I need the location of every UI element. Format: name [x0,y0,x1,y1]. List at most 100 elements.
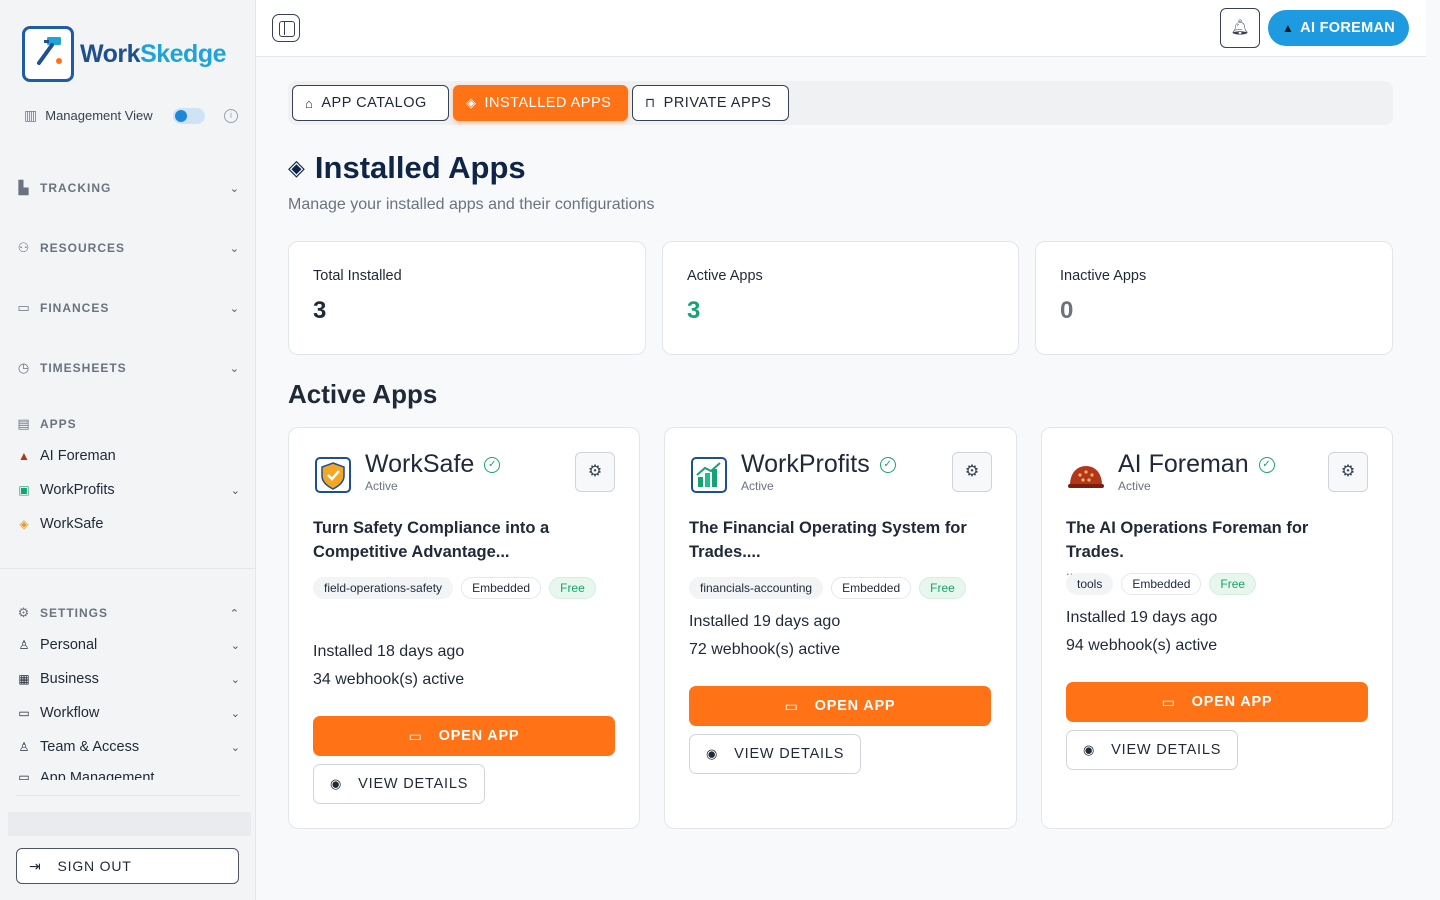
bell-icon[interactable]: 🔔︎ [1220,8,1260,48]
building-icon: ▥ [24,107,38,123]
nav-section-finances[interactable]: ▭ FINANCES ⌄ [16,298,240,318]
nav-section-label: SETTINGS [40,606,109,620]
management-view-toggle[interactable] [172,107,205,124]
settings-gear-button[interactable]: ⚙ [1328,452,1368,492]
nav-section-resources[interactable]: ⚇ RESOURCES ⌄ [16,238,240,258]
workprofits-chart-icon [691,457,727,493]
open-app-button[interactable]: ▭ OPEN APP [689,686,991,726]
tag-category: financials-accounting [689,577,824,599]
sidebar-toggle-icon[interactable] [272,14,300,42]
section-title: Active Apps [288,379,438,409]
sidebar-item-label: App Management [40,770,155,780]
tab-private-apps[interactable]: ⊓ PRIVATE APPS [632,85,789,121]
gear-icon: ⚙ [17,605,31,620]
page-title: ◈ Installed Apps [288,150,526,186]
logo-hammer-icon [22,26,74,82]
stat-label: Total Installed [313,268,402,284]
sidebar-item-workflow[interactable]: ▭ Workflow ⌄ [16,702,240,724]
tag-embedded: Embedded [831,577,912,599]
hardhat-icon: ▲ [18,449,30,463]
briefcase-icon: ▭ [18,706,30,720]
sidebar-item-worksafe[interactable]: ◈ WorkSafe [16,513,240,535]
open-app-button[interactable]: ▭ OPEN APP [313,716,615,756]
view-details-button[interactable]: ◉ VIEW DETAILS [689,734,862,774]
open-app-button[interactable]: ▭ OPEN APP [1066,682,1368,722]
nav-section-label: APPS [40,417,77,431]
app-meta: Installed 18 days ago 34 webhook(s) acti… [313,638,464,694]
sidebar-item-team-access[interactable]: ♙ Team & Access ⌄ [16,736,240,758]
chevron-down-icon: ⌄ [230,707,240,720]
sidebar-item-app-management[interactable]: ▭ App Management [16,770,240,780]
app-meta: Installed 19 days ago 72 webhook(s) acti… [689,608,840,664]
sign-out-button[interactable]: ⇥ SIGN OUT [16,848,239,884]
installed-date: Installed 18 days ago [313,643,465,660]
chevron-down-icon: ⌄ [229,362,240,375]
eye-icon: ◉ [330,776,343,791]
window-icon: ▭ [784,697,799,714]
sidebar-item-personal[interactable]: ♙ Personal ⌄ [16,634,240,656]
stat-value: 0 [1060,297,1074,324]
chevron-down-icon: ⌄ [229,242,240,255]
stat-active-apps: Active Apps 3 [662,241,1019,355]
user-key-icon: ♙ [18,740,30,754]
view-details-button[interactable]: ◉ VIEW DETAILS [313,764,486,804]
view-details-button[interactable]: ◉ VIEW DETAILS [1066,730,1239,770]
check-circle-icon: ✓ [484,456,501,473]
sidebar-item-label: AI Foreman [40,448,116,464]
sidebar-item-workprofits[interactable]: ▣ WorkProfits ⌄ [16,479,240,501]
logo[interactable]: WorkSkedge [22,26,226,82]
logout-icon: ⇥ [29,857,42,874]
shield-icon: ◈ [19,517,29,531]
settings-gear-button[interactable]: ⚙ [952,452,992,492]
chevron-down-icon: ⌄ [229,302,240,315]
stat-label: Active Apps [687,268,763,284]
building-icon: ▦ [18,672,30,686]
tag-list: tools Embedded Free [1066,573,1356,595]
open-app-label: OPEN APP [1191,694,1273,710]
eye-icon: ◉ [706,746,719,761]
sidebar-item-business[interactable]: ▦ Business ⌄ [16,668,240,690]
tab-bar: ⌂ APP CATALOG ◈ INSTALLED APPS ⊓ PRIVATE… [288,81,1393,125]
app-name: WorkProfits ✓ [741,450,896,479]
info-icon[interactable]: i [224,108,238,123]
chevron-down-icon: ⌄ [230,484,240,497]
ai-foreman-button[interactable]: ▲ AI FOREMAN [1268,10,1409,46]
tag-embedded: Embedded [1121,573,1202,595]
nav-section-apps: ▤ APPS [16,414,240,434]
store-icon: ⌂ [305,95,314,111]
app-description: Turn Safety Compliance into a Competitiv… [313,519,550,561]
hardhat-icon [1068,466,1104,488]
chevron-down-icon: ⌄ [230,673,240,686]
webhook-count: 34 webhook(s) active [313,671,465,688]
sidebar-item-ai-foreman[interactable]: ▲ AI Foreman [16,445,240,467]
app-description: The Financial Operating System for Trade… [689,519,967,561]
tab-app-catalog[interactable]: ⌂ APP CATALOG [292,85,449,121]
nav-section-timesheets[interactable]: ◷ TIMESHEETS ⌄ [16,358,240,378]
nav-section-tracking[interactable]: ▙ TRACKING ⌄ [16,178,240,198]
window-icon: ▤ [17,416,31,431]
tag-list: field-operations-safety Embedded Free [313,577,603,599]
tag-list: financials-accounting Embedded Free [689,577,979,599]
sidebar-item-label: Business [40,671,99,687]
window-icon: ▭ [1161,693,1176,710]
page-scrollbar[interactable] [1426,0,1440,900]
app-card-workprofits: WorkProfits ✓ Active ⚙ The Financial Oper… [664,427,1017,829]
settings-gear-button[interactable]: ⚙ [575,452,615,492]
ai-foreman-label: AI FOREMAN [1300,20,1396,36]
clock-icon: ◷ [17,360,31,375]
divider [0,568,256,569]
package-icon: ◈ [288,155,305,180]
tag-free: Free [919,577,966,599]
view-details-label: VIEW DETAILS [734,746,845,762]
tab-installed-apps[interactable]: ◈ INSTALLED APPS [453,85,628,121]
sign-out-label: SIGN OUT [57,858,132,874]
sidebar-item-label: WorkProfits [40,482,115,498]
worksafe-shield-icon [315,457,351,493]
bar-chart-icon: ▙ [18,180,30,195]
chevron-down-icon: ⌄ [230,639,240,652]
app-description-text: The AI Operations Foreman for Trades. [1066,519,1309,561]
app-name: AI Foreman ✓ [1118,450,1275,479]
check-circle-icon: ✓ [1258,456,1275,473]
hardhat-icon: ▲ [1281,21,1295,35]
nav-section-settings[interactable]: ⚙ SETTINGS ⌃ [16,603,240,623]
